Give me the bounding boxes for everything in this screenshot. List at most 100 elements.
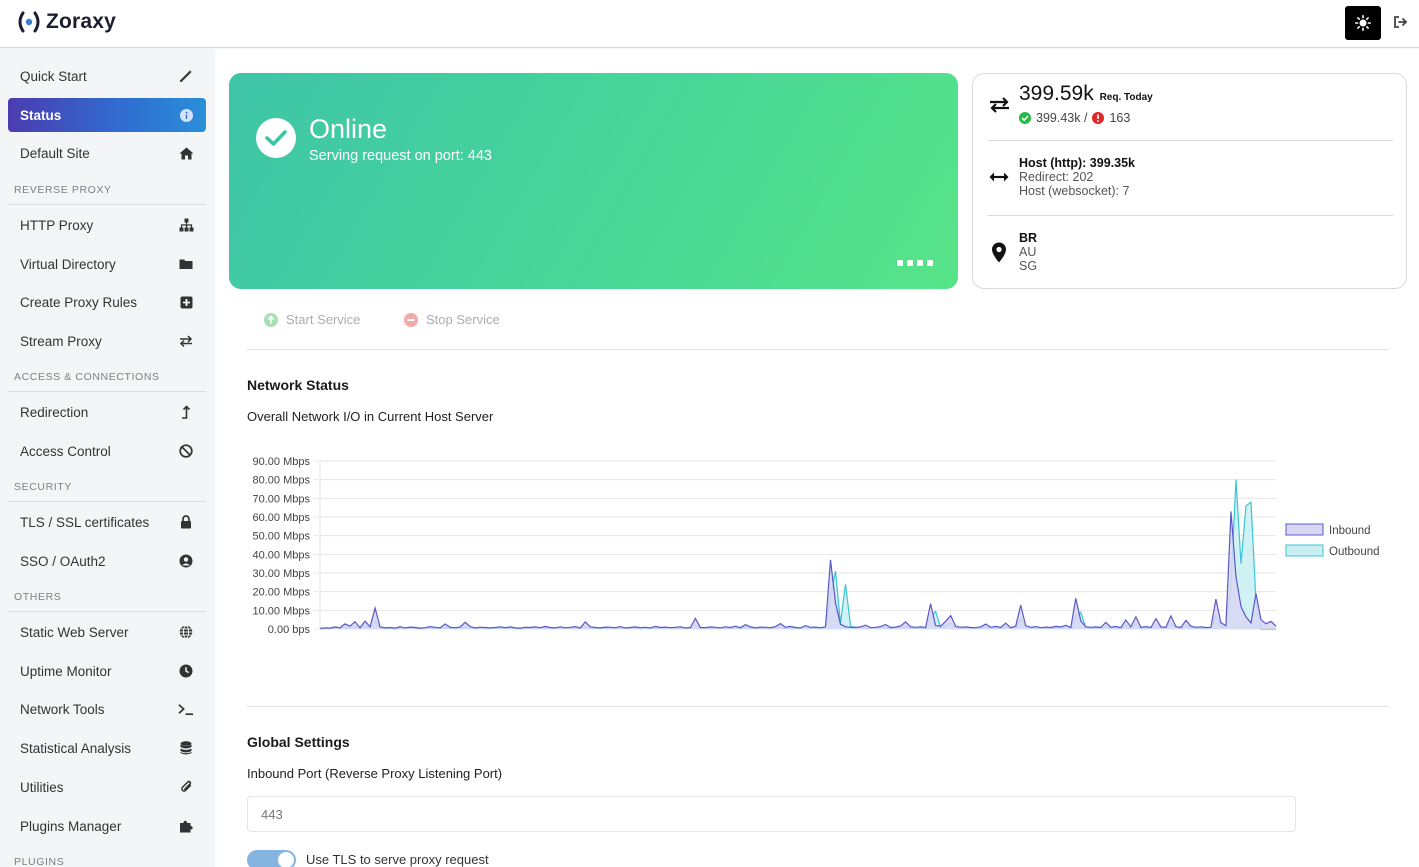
start-service-label: Start Service — [286, 312, 361, 327]
success-count: 399.43k / — [1036, 111, 1088, 125]
stop-service-label: Stop Service — [426, 312, 500, 327]
legend-label-inbound: Inbound — [1329, 525, 1371, 537]
arrow-circle-up-icon — [264, 312, 278, 327]
sidebar-item-label: SSO / OAuth2 — [20, 553, 106, 569]
check-circle-icon — [1019, 112, 1031, 124]
y-tick-label: 40.00 Mbps — [253, 549, 311, 561]
sidebar-item-label: Statistical Analysis — [20, 740, 132, 756]
inbound-port-input[interactable] — [247, 796, 1296, 832]
top-bar: Zoraxy — [0, 0, 1419, 48]
section-divider — [8, 391, 206, 392]
y-tick-label: 50.00 Mbps — [253, 531, 311, 543]
sidebar-item-label: TLS / SSL certificates — [20, 514, 150, 530]
app-logo[interactable]: Zoraxy — [16, 9, 116, 35]
folder-icon — [178, 256, 194, 272]
terminal-icon — [178, 701, 194, 717]
user-circle-icon — [178, 553, 194, 569]
stop-service-button[interactable]: Stop Service — [404, 312, 500, 327]
sidebar-item-quick-start[interactable]: Quick Start — [8, 59, 206, 93]
requests-today-label: Req. Today — [1099, 92, 1153, 103]
status-subtitle: Serving request on port: 443 — [309, 148, 492, 164]
y-tick-label: 70.00 Mbps — [253, 493, 311, 505]
sidebar-item-plugins-manager[interactable]: Plugins Manager — [8, 809, 206, 843]
check-circle-icon — [256, 118, 296, 158]
sign-out-icon — [1393, 16, 1407, 28]
sidebar-item-status[interactable]: Status — [8, 98, 206, 132]
sidebar-item-utilities[interactable]: Utilities — [8, 770, 206, 804]
network-status-description: Overall Network I/O in Current Host Serv… — [247, 409, 494, 424]
y-tick-label: 80.00 Mbps — [253, 475, 311, 487]
sidebar-item-network-tools[interactable]: Network Tools — [8, 692, 206, 726]
section-security: SECURITY — [14, 481, 72, 493]
sidebar-item-label: Default Site — [20, 145, 90, 161]
sidebar-item-label: Utilities — [20, 779, 64, 795]
sidebar: Quick Start Status Default Site REVERSE … — [0, 49, 215, 867]
arrows-horizontal-icon — [987, 165, 1011, 189]
y-tick-label: 20.00 Mbps — [253, 587, 311, 599]
requests-today: 399.59k Req. Today — [1019, 82, 1153, 106]
sidebar-item-tls-ssl[interactable]: TLS / SSL certificates — [8, 505, 206, 539]
section-plugins: PLUGINS — [14, 856, 65, 867]
divider — [247, 706, 1388, 707]
globe-icon — [178, 624, 194, 640]
sidebar-item-access-control[interactable]: Access Control — [8, 434, 206, 468]
legend-label-outbound: Outbound — [1329, 546, 1380, 558]
sitemap-icon — [178, 217, 194, 233]
logout-button[interactable] — [1390, 12, 1410, 32]
divider — [247, 349, 1388, 350]
section-divider — [8, 611, 206, 612]
lock-icon — [178, 514, 194, 530]
sidebar-item-stream-proxy[interactable]: Stream Proxy — [8, 324, 206, 358]
exchange-icon — [987, 93, 1011, 117]
sidebar-item-static-web-server[interactable]: Static Web Server — [8, 615, 206, 649]
network-status-heading: Network Status — [247, 377, 349, 393]
legend-swatch-outbound — [1285, 544, 1324, 557]
plus-square-icon — [178, 294, 194, 310]
redirect-count: Redirect: 202 — [1019, 170, 1094, 184]
sidebar-item-label: Quick Start — [20, 68, 87, 84]
sidebar-item-label: Network Tools — [20, 701, 105, 717]
section-access-connections: ACCESS & CONNECTIONS — [14, 371, 160, 383]
series-area-inbound — [320, 511, 1276, 629]
country-stat: BR AU SG — [987, 216, 1393, 288]
y-tick-label: 60.00 Mbps — [253, 512, 311, 524]
paperclip-icon — [178, 779, 194, 795]
requests-today-value: 399.59k — [1019, 82, 1094, 105]
host-stat: Host (http): 399.35k Redirect: 202 Host … — [987, 141, 1393, 215]
home-icon — [178, 145, 194, 161]
host-http: Host (http): 399.35k — [1019, 156, 1135, 170]
use-tls-toggle[interactable] — [247, 850, 296, 867]
sidebar-item-virtual-directory[interactable]: Virtual Directory — [8, 247, 206, 281]
requests-stat: 399.59k Req. Today 399.43k / 163 — [987, 74, 1393, 140]
zoraxy-logo-icon — [16, 9, 42, 35]
sidebar-item-statistical-analysis[interactable]: Statistical Analysis — [8, 731, 206, 765]
sidebar-item-label: Status — [20, 107, 62, 123]
section-divider — [8, 501, 206, 502]
start-service-button[interactable]: Start Service — [264, 312, 360, 327]
section-reverse-proxy: REVERSE PROXY — [14, 184, 112, 196]
sidebar-item-redirection[interactable]: Redirection — [8, 395, 206, 429]
theme-toggle-button[interactable] — [1345, 6, 1381, 40]
sidebar-item-label: HTTP Proxy — [20, 217, 94, 233]
sun-icon — [1355, 15, 1371, 31]
sidebar-item-uptime-monitor[interactable]: Uptime Monitor — [8, 654, 206, 688]
section-divider — [8, 204, 206, 205]
sidebar-item-default-site[interactable]: Default Site — [8, 136, 206, 170]
sidebar-item-label: Redirection — [20, 404, 89, 420]
info-icon — [178, 107, 194, 123]
country-3: SG — [1019, 259, 1038, 273]
magic-wand-icon — [178, 68, 194, 84]
host-websocket: Host (websocket): 7 — [1019, 184, 1130, 198]
sidebar-item-create-proxy-rules[interactable]: Create Proxy Rules — [8, 285, 206, 319]
sidebar-item-sso-oauth2[interactable]: SSO / OAuth2 — [8, 544, 206, 578]
requests-breakdown: 399.43k / 163 — [1019, 111, 1130, 125]
more-options-icon[interactable] — [897, 260, 933, 266]
section-others: OTHERS — [14, 591, 62, 603]
error-circle-icon — [1092, 112, 1105, 124]
y-tick-label: 90.00 Mbps — [253, 456, 311, 468]
sidebar-item-label: Stream Proxy — [20, 333, 102, 349]
minus-circle-icon — [404, 312, 418, 327]
error-count: 163 — [1109, 111, 1131, 125]
sidebar-item-http-proxy[interactable]: HTTP Proxy — [8, 208, 206, 242]
use-tls-label: Use TLS to serve proxy request — [306, 852, 489, 867]
